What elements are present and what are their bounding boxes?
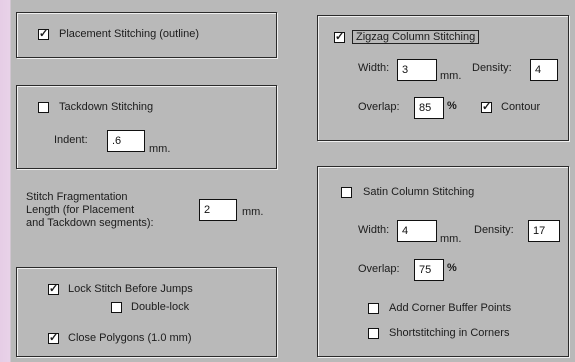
zigzag-density-input[interactable] [530, 59, 558, 81]
corner-buffer-label: Add Corner Buffer Points [389, 302, 512, 314]
indent-unit: mm. [149, 143, 171, 155]
lock-stitch-label: Lock Stitch Before Jumps [68, 283, 193, 295]
double-lock-label: Double-lock [131, 301, 190, 313]
contour-checkbox[interactable]: ✓ [481, 102, 492, 113]
tackdown-checkbox[interactable] [38, 102, 49, 113]
indent-input[interactable] [107, 130, 145, 152]
tackdown-group [16, 85, 277, 169]
zigzag-checkbox[interactable]: ✓ [334, 32, 345, 43]
zigzag-density-label: Density: [472, 62, 512, 74]
fragmentation-label-line1: Stitch Fragmentation [26, 191, 128, 203]
indent-label: Indent: [54, 134, 88, 146]
zigzag-overlap-unit: % [447, 100, 457, 112]
shortstitching-label: Shortstitching in Corners [389, 327, 510, 339]
shortstitching-checkbox[interactable] [368, 328, 379, 339]
fragmentation-label-line2: Length (for Placement [26, 204, 135, 216]
close-polygons-checkbox[interactable]: ✓ [48, 333, 59, 344]
satin-checkbox[interactable] [341, 187, 352, 198]
zigzag-width-label: Width: [358, 62, 390, 74]
zigzag-overlap-input[interactable] [414, 97, 444, 119]
satin-density-label: Density: [474, 224, 514, 236]
satin-overlap-input[interactable] [414, 259, 444, 281]
satin-label: Satin Column Stitching [363, 186, 475, 198]
placement-checkbox[interactable]: ✓ [38, 29, 49, 40]
double-lock-checkbox[interactable] [111, 302, 122, 313]
placement-label: Placement Stitching (outline) [59, 28, 200, 40]
satin-overlap-unit: % [447, 262, 457, 274]
zigzag-label: Zigzag Column Stitching [352, 30, 480, 44]
zigzag-overlap-label: Overlap: [358, 101, 400, 113]
satin-width-unit: mm. [440, 233, 462, 245]
zigzag-width-input[interactable] [397, 59, 437, 81]
satin-density-input[interactable] [528, 220, 560, 242]
fragmentation-label-line3: and Tackdown segments): [26, 217, 154, 229]
zigzag-width-unit: mm. [440, 70, 462, 82]
lock-stitch-checkbox[interactable]: ✓ [48, 284, 59, 295]
corner-buffer-checkbox[interactable] [368, 303, 379, 314]
contour-label: Contour [501, 101, 541, 113]
stitch-settings-dialog: ✓ Placement Stitching (outline) Tackdown… [11, 0, 575, 362]
close-polygons-label: Close Polygons (1.0 mm) [68, 332, 192, 344]
satin-width-label: Width: [358, 224, 390, 236]
satin-width-input[interactable] [397, 220, 437, 242]
fragmentation-input[interactable] [199, 199, 237, 221]
satin-overlap-label: Overlap: [358, 263, 400, 275]
fragmentation-unit: mm. [242, 206, 264, 218]
tackdown-label: Tackdown Stitching [59, 101, 154, 113]
